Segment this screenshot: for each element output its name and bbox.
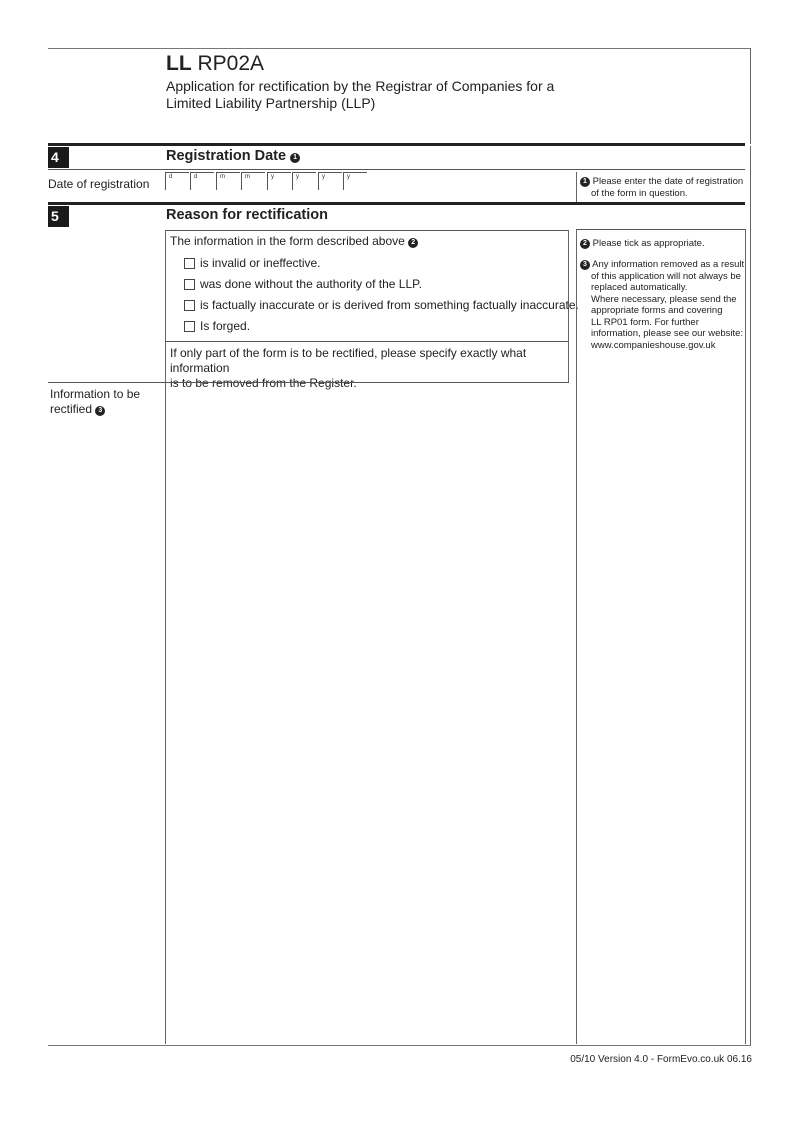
- date-box-y4[interactable]: y: [343, 172, 367, 190]
- note-3-line-1: Any information removed as a result: [592, 259, 745, 270]
- option-no-authority-label: was done without the authority of the LL…: [200, 277, 422, 291]
- form-title: LL RP02A: [166, 52, 264, 76]
- form-code: RP02A: [197, 52, 265, 75]
- section4-top-rule: [48, 143, 745, 146]
- option-invalid: is invalid or ineffective.: [184, 256, 321, 270]
- section4-note-line-1: Please enter the date of registration: [592, 176, 744, 187]
- notes-box-left: [576, 229, 577, 1044]
- notes-box-right: [745, 229, 746, 1044]
- note-2: 2 Please tick as appropriate.: [580, 238, 745, 250]
- note-3-line-6: LL RP01 form. For further: [591, 316, 699, 328]
- option-invalid-label: is invalid or ineffective.: [200, 256, 321, 270]
- reason-intro: The information in the form described ab…: [170, 234, 419, 249]
- form-subtitle: Application for rectification by the Reg…: [166, 78, 586, 112]
- information-label-line-1: Information to be: [50, 387, 141, 401]
- reason-box-top: [165, 230, 569, 231]
- section5-title: Reason for rectification: [166, 207, 328, 223]
- note-3-line-5: appropriate forms and covering: [591, 305, 723, 316]
- option-forged-label: Is forged.: [200, 319, 251, 333]
- information-label: Information to be rectified 3: [50, 387, 140, 417]
- date-box-y1[interactable]: y: [267, 172, 291, 190]
- note-2-text: Please tick as appropriate.: [592, 238, 705, 249]
- note-2-marker: 2: [580, 239, 590, 249]
- option-forged-checkbox[interactable]: [184, 320, 195, 332]
- section4-row-rule: [48, 169, 745, 170]
- section4-note-divider: [576, 172, 577, 202]
- date-box-d2[interactable]: d: [190, 172, 214, 190]
- option-forged: Is forged.: [184, 319, 250, 333]
- section5-number: 5: [48, 206, 69, 227]
- option-invalid-checkbox[interactable]: [184, 257, 195, 269]
- section5-top-rule: [48, 202, 745, 205]
- date-of-registration-label: Date of registration: [48, 177, 150, 191]
- reason-intro-text: The information in the form described ab…: [170, 234, 405, 248]
- information-label-line-2: rectified: [50, 402, 93, 416]
- partial-box-top: [165, 341, 569, 342]
- option-no-authority-checkbox[interactable]: [184, 278, 195, 290]
- notes-box-top: [576, 229, 746, 230]
- section4-note-line-2: of the form in question.: [591, 187, 688, 199]
- date-box-m1[interactable]: m: [216, 172, 240, 190]
- note-3-line-7: information, please see our website:: [591, 328, 744, 339]
- date-box-y2[interactable]: y: [292, 172, 316, 190]
- information-textarea[interactable]: [166, 383, 568, 1043]
- note-3-marker: 3: [580, 260, 590, 270]
- note-marker-2: 2: [408, 238, 419, 248]
- form-code-bold: LL: [166, 52, 192, 75]
- section4-title: Registration Date 1: [166, 148, 301, 164]
- option-inaccurate-label: is factually inaccurate or is derived fr…: [200, 298, 579, 312]
- option-inaccurate-checkbox[interactable]: [184, 299, 195, 311]
- note-3-line-8: www.companieshouse.gov.uk: [591, 339, 716, 351]
- right-rule-main: [750, 146, 751, 1046]
- section4-title-text: Registration Date: [166, 148, 287, 164]
- section4-number: 4: [48, 147, 69, 168]
- subtitle-line-1: Application for rectification by the Reg…: [166, 78, 555, 94]
- footer-version: 05/10 Version 4.0 - FormEvo.co.uk 06.16: [570, 1054, 752, 1065]
- note-3: 3 Any information removed as a result of…: [580, 259, 748, 351]
- note-marker-3: 3: [95, 406, 106, 416]
- date-box-y3[interactable]: y: [318, 172, 342, 190]
- top-rule: [48, 48, 751, 49]
- note-marker-1b: 1: [580, 177, 590, 187]
- note-3-line-3: replaced automatically.: [591, 282, 688, 293]
- bottom-rule: [48, 1045, 751, 1046]
- option-inaccurate: is factually inaccurate or is derived fr…: [184, 298, 579, 312]
- option-no-authority: was done without the authority of the LL…: [184, 277, 422, 291]
- note-marker-1: 1: [290, 153, 301, 163]
- section4-note: 1 Please enter the date of registration …: [580, 176, 745, 199]
- right-rule-top: [750, 48, 751, 144]
- note-3-line-4: Where necessary, please send the: [591, 293, 737, 305]
- subtitle-line-2: Limited Liability Partnership (LLP): [166, 95, 376, 111]
- date-box-m2[interactable]: m: [241, 172, 265, 190]
- note-3-line-2: of this application will not always be: [591, 270, 741, 282]
- partial-instruction-line-1: If only part of the form is to be rectif…: [170, 346, 527, 375]
- date-box-d1[interactable]: d: [165, 172, 189, 190]
